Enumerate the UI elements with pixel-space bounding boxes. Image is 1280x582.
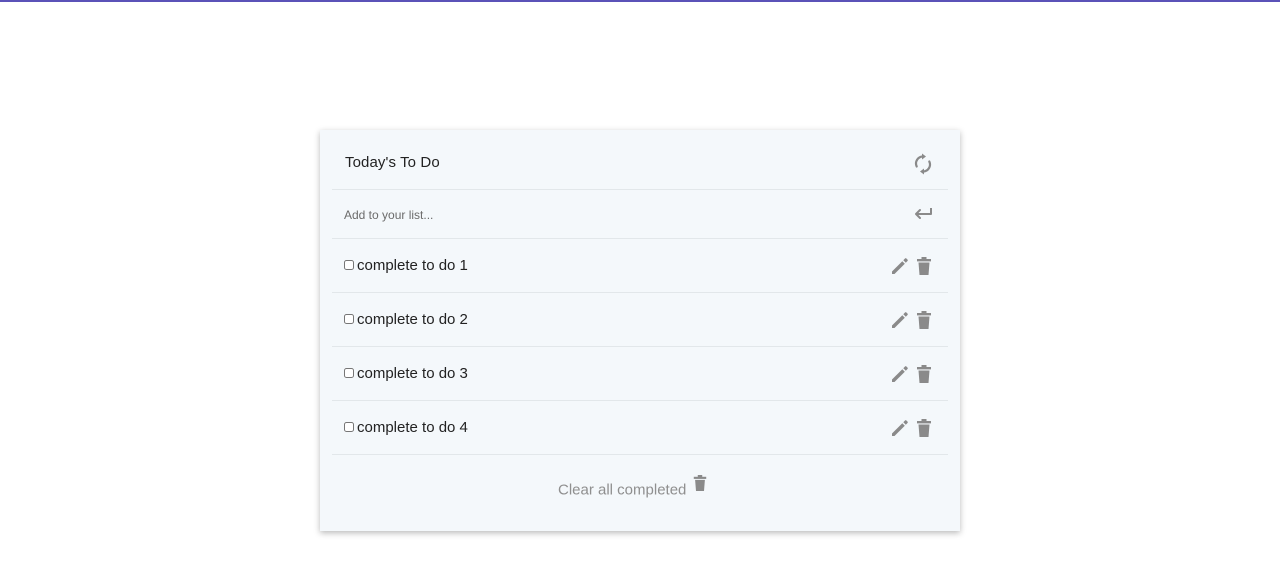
edit-item-button[interactable] (890, 310, 910, 330)
delete-item-button[interactable] (915, 256, 933, 276)
refresh-button[interactable] (911, 152, 935, 176)
list-item: complete to do 1 (332, 239, 948, 293)
list-item: complete to do 4 (332, 401, 948, 455)
trash-icon (917, 311, 931, 329)
page-title: Today's To Do (345, 154, 440, 171)
pencil-icon (892, 366, 908, 382)
edit-item-button[interactable] (890, 256, 910, 276)
trash-icon (917, 365, 931, 383)
submit-item-button[interactable] (911, 204, 935, 224)
todo-header: Today's To Do (332, 130, 948, 190)
item-checkbox[interactable] (344, 422, 354, 432)
pencil-icon (892, 420, 908, 436)
trash-icon (692, 473, 708, 493)
pencil-icon (892, 258, 908, 274)
delete-item-button[interactable] (915, 310, 933, 330)
trash-icon (917, 419, 931, 437)
todo-card: Today's To Do complete to do 1 (320, 130, 960, 531)
delete-item-button[interactable] (915, 418, 933, 438)
trash-icon (917, 257, 931, 275)
delete-item-button[interactable] (915, 364, 933, 384)
edit-item-button[interactable] (890, 364, 910, 384)
top-accent-line (0, 0, 1280, 2)
item-checkbox[interactable] (344, 314, 354, 324)
item-label: complete to do 2 (357, 311, 468, 328)
item-checkbox[interactable] (344, 260, 354, 270)
enter-arrow-icon (915, 208, 932, 219)
add-item-row (332, 190, 948, 239)
refresh-icon (914, 153, 932, 175)
add-item-input[interactable] (344, 205, 884, 225)
clear-completed-label: Clear all completed (558, 481, 687, 499)
todo-footer: Clear all completed (320, 455, 960, 525)
list-item: complete to do 2 (332, 293, 948, 347)
edit-item-button[interactable] (890, 418, 910, 438)
item-label: complete to do 1 (357, 257, 468, 274)
item-checkbox[interactable] (344, 368, 354, 378)
pencil-icon (892, 312, 908, 328)
list-item: complete to do 3 (332, 347, 948, 401)
clear-completed-button[interactable]: Clear all completed (558, 475, 708, 503)
item-label: complete to do 4 (357, 419, 468, 436)
item-label: complete to do 3 (357, 365, 468, 382)
